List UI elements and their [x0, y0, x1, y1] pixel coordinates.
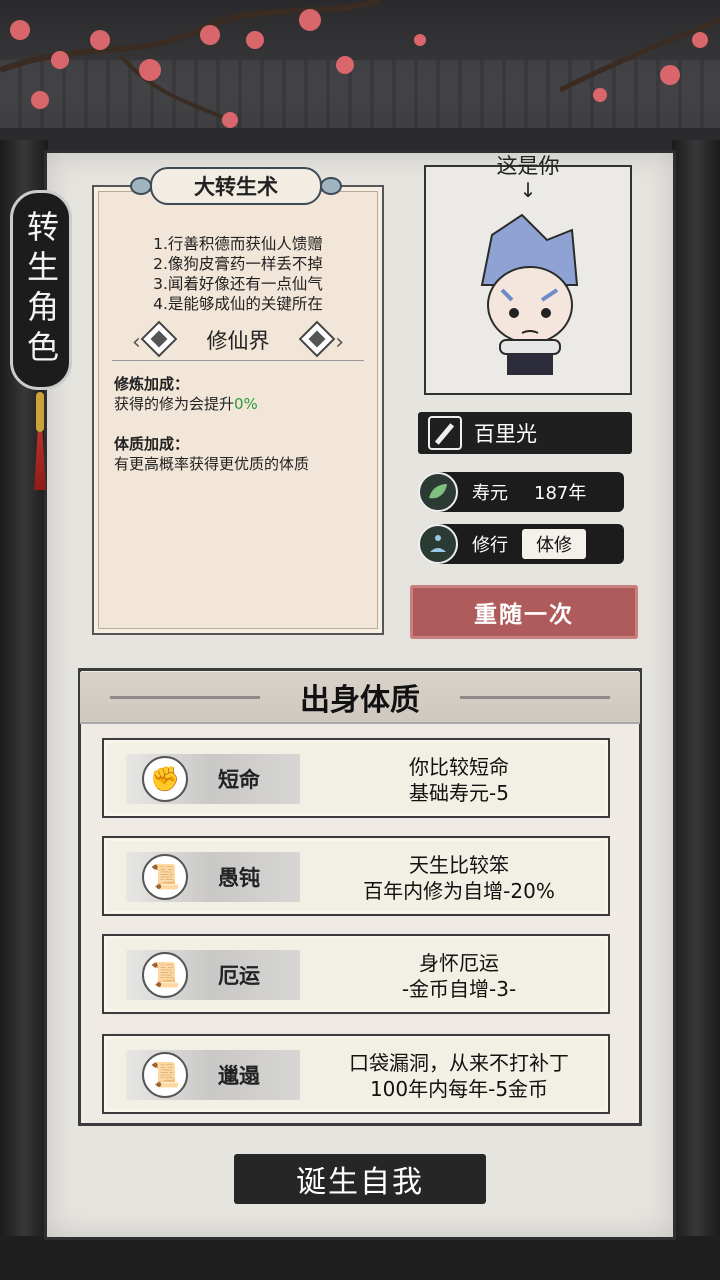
- trait-name: 愚钝: [218, 866, 260, 890]
- trait-desc-line: -金币自增-3-: [401, 977, 517, 1001]
- side-title-tag: 转生角色: [10, 190, 72, 390]
- trait-card[interactable]: 📜 邋遢 口袋漏洞，从来不打补丁 100年内每年-5金币: [102, 1034, 610, 1114]
- cultivation-stat: 修行 体修: [418, 524, 624, 564]
- prev-realm-icon[interactable]: [140, 320, 178, 358]
- scroll-title-text: 大转生术: [194, 175, 278, 199]
- trait-desc-line: 100年内每年-5金币: [369, 1077, 549, 1101]
- divider: [112, 360, 364, 361]
- tip-line: 3.闻着好像还有一点仙气: [153, 275, 323, 293]
- chevron-right-icon[interactable]: ›: [335, 330, 344, 355]
- trait-desc-line: 天生比较笨: [409, 853, 509, 877]
- scroll-cap-left-icon: [130, 177, 152, 195]
- tip-line: 2.像狗皮膏药一样丢不掉: [153, 255, 323, 273]
- birth-button[interactable]: 诞生自我: [234, 1154, 486, 1204]
- trait-name: 厄运: [218, 964, 260, 988]
- cultivation-bonus: 修炼加成： 获得的修为会提升0%: [114, 374, 258, 414]
- scroll-title: 大转生术: [130, 167, 342, 205]
- trait-desc-line: 身怀厄运: [419, 951, 499, 975]
- lifespan-label: 寿元: [472, 483, 508, 504]
- chevron-left-icon[interactable]: ‹: [132, 330, 141, 355]
- scroll-icon: 📜: [142, 952, 188, 998]
- leaf-icon: [418, 472, 458, 512]
- trait-desc-line: 你比较短命: [409, 755, 509, 779]
- portrait-label: 这是你: [496, 154, 560, 178]
- trait-badge: ✊ 短命: [126, 754, 300, 804]
- trait-card[interactable]: 📜 愚钝 天生比较笨 百年内修为自增-20%: [102, 836, 610, 916]
- character-name-plate[interactable]: 百里光: [418, 412, 632, 454]
- cultivation-bonus-title: 修炼加成：: [114, 375, 190, 393]
- cultivation-bonus-text: 获得的修为会提升: [114, 395, 235, 413]
- trait-badge: 📜 愚钝: [126, 852, 300, 902]
- meditation-icon: [418, 524, 458, 564]
- tassel-decoration: [34, 392, 46, 492]
- realm-selector[interactable]: ‹ 修仙界 ›: [112, 320, 364, 360]
- reroll-button[interactable]: 重随一次: [410, 585, 638, 639]
- physique-bonus-text: 有更高概率获得更优质的体质: [114, 455, 310, 473]
- bottom-frame: [0, 1236, 720, 1280]
- scroll-cap-right-icon: [320, 177, 342, 195]
- down-arrow-icon: ↓: [519, 178, 537, 202]
- trait-description: 身怀厄运 -金币自增-3-: [314, 950, 604, 1002]
- trait-card[interactable]: 📜 厄运 身怀厄运 -金币自增-3-: [102, 934, 610, 1014]
- physique-bonus-title: 体质加成：: [114, 435, 190, 453]
- realm-name: 修仙界: [206, 329, 270, 353]
- trait-name: 邋遢: [218, 1064, 260, 1088]
- trait-badge: 📜 厄运: [126, 950, 300, 1000]
- trait-card[interactable]: ✊ 短命 你比较短命 基础寿元-5: [102, 738, 610, 818]
- fist-icon: ✊: [142, 756, 188, 802]
- cultivation-type-badge: 体修: [522, 529, 586, 559]
- trait-badge: 📜 邋遢: [126, 1050, 300, 1100]
- tip-line: 4.是能够成仙的关键所在: [153, 295, 323, 313]
- lifespan-value: 187年: [534, 483, 587, 504]
- scroll-icon: 📜: [142, 1052, 188, 1098]
- origin-traits-header: 出身体质: [80, 672, 640, 724]
- physique-bonus: 体质加成： 有更高概率获得更优质的体质: [114, 434, 309, 474]
- ornament-left: [110, 696, 260, 699]
- tip-line: 1.行善积德而获仙人馈赠: [153, 235, 323, 253]
- character-avatar: [480, 213, 579, 375]
- side-title-text: 转生角色: [22, 210, 60, 370]
- ornament-right: [460, 696, 610, 699]
- lifespan-stat: 寿元 187年: [418, 472, 624, 512]
- scroll-icon: 📜: [142, 854, 188, 900]
- trait-desc-line: 百年内修为自增-20%: [363, 879, 555, 903]
- trait-description: 你比较短命 基础寿元-5: [314, 754, 604, 806]
- trait-name: 短命: [218, 768, 260, 792]
- trait-description: 天生比较笨 百年内修为自增-20%: [314, 852, 604, 904]
- rebirth-tips: 1.行善积德而获仙人馈赠 2.像狗皮膏药一样丢不掉 3.闻着好像还有一点仙气 4…: [92, 234, 384, 314]
- origin-traits-title: 出身体质: [300, 683, 420, 718]
- cultivation-label: 修行: [472, 535, 508, 556]
- trait-desc-line: 口袋漏洞，从来不打补丁: [349, 1051, 569, 1075]
- right-pillar: [672, 140, 720, 1280]
- cultivation-bonus-value: 0%: [234, 395, 258, 413]
- trait-description: 口袋漏洞，从来不打补丁 100年内每年-5金币: [314, 1050, 604, 1102]
- next-realm-icon[interactable]: [298, 320, 336, 358]
- edit-name-icon[interactable]: [428, 416, 462, 450]
- character-name: 百里光: [474, 422, 537, 446]
- trait-desc-line: 基础寿元-5: [409, 781, 509, 805]
